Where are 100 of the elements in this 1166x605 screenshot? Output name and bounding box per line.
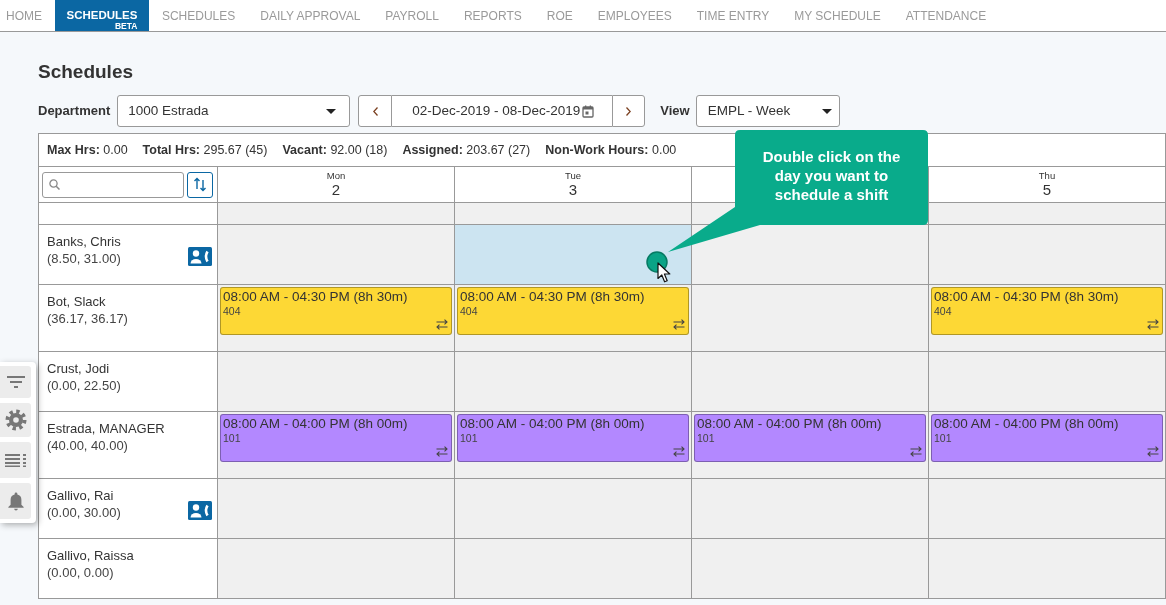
shift-time: 08:00 AM - 04:00 PM (8h 00m) <box>460 416 645 432</box>
day-cell[interactable] <box>218 352 455 412</box>
view-select[interactable]: EMPL - Week <box>695 95 840 127</box>
stat-text: Vacant: 92.00 (18) <box>282 141 388 159</box>
shift-card[interactable]: 08:00 AM - 04:30 PM (8h 30m) 404 <box>220 287 452 335</box>
day-cell[interactable] <box>692 539 929 599</box>
day-cell[interactable] <box>692 479 929 539</box>
stat-text: Non-Work Hours: 0.00 <box>545 141 677 159</box>
gear-icon <box>4 409 27 431</box>
nav-tab[interactable]: DAILY APPROVAL <box>247 0 373 31</box>
employee-name: Bot, Slack <box>47 293 107 310</box>
weekday-label: Tue <box>565 170 581 181</box>
employee-name: Banks, Chris <box>47 233 121 250</box>
shift-code: 404 <box>934 305 952 317</box>
search-icon <box>49 179 60 190</box>
shift-time: 08:00 AM - 04:30 PM (8h 30m) <box>223 289 408 305</box>
shift-time: 08:00 AM - 04:00 PM (8h 00m) <box>934 416 1119 432</box>
day-cell[interactable] <box>929 539 1166 599</box>
nav-tab[interactable]: ATTENDANCE <box>893 0 999 31</box>
shift-code: 404 <box>460 305 478 317</box>
shift-code: 101 <box>934 432 952 444</box>
day-cell[interactable] <box>455 479 692 539</box>
swap-icon[interactable] <box>1147 446 1159 457</box>
day-cell[interactable] <box>218 539 455 599</box>
employee-name: Gallivo, Rai <box>47 487 115 504</box>
day-cell[interactable]: 08:00 AM - 04:00 PM (8h 00m) 101 <box>218 412 455 479</box>
caret-down-icon <box>326 108 337 114</box>
shift-code: 101 <box>223 432 241 444</box>
previous-week-button[interactable] <box>358 95 393 127</box>
shift-card[interactable]: 08:00 AM - 04:30 PM (8h 30m) 404 <box>457 287 689 335</box>
shift-time: 08:00 AM - 04:30 PM (8h 30m) <box>460 289 645 305</box>
employee-name: Estrada, MANAGER <box>47 420 165 437</box>
search-field[interactable] <box>42 171 184 198</box>
nav-tab[interactable]: HOME <box>0 0 55 31</box>
settings-button[interactable] <box>0 403 31 437</box>
swap-icon[interactable] <box>673 446 685 457</box>
nav-tab[interactable]: EMPLOYEES <box>585 0 685 31</box>
filter-icon <box>6 376 25 388</box>
day-cell[interactable] <box>218 225 455 285</box>
sort-button[interactable] <box>187 171 213 198</box>
nav-tab[interactable]: REPORTS <box>451 0 535 31</box>
day-cell[interactable] <box>929 352 1166 412</box>
day-cell[interactable]: 08:00 AM - 04:00 PM (8h 00m) 101 <box>929 412 1166 479</box>
nav-tab[interactable]: SCHEDULES BETA <box>54 0 150 31</box>
nav-tab[interactable]: SCHEDULES <box>149 0 248 31</box>
day-cell[interactable] <box>929 479 1166 539</box>
view-label: View <box>660 102 690 121</box>
page-title: Schedules <box>38 60 134 84</box>
list-button[interactable] <box>0 442 31 478</box>
nav-tab[interactable]: PAYROLL <box>372 0 452 31</box>
shift-code: 101 <box>697 432 715 444</box>
calendar-icon <box>582 104 595 118</box>
swap-icon[interactable] <box>1147 319 1159 330</box>
shift-card[interactable]: 08:00 AM - 04:00 PM (8h 00m) 101 <box>220 414 452 462</box>
person-phone-icon[interactable] <box>188 501 212 520</box>
next-week-button[interactable] <box>612 95 646 127</box>
shift-card[interactable]: 08:00 AM - 04:30 PM (8h 30m) 404 <box>931 287 1163 335</box>
swap-icon[interactable] <box>436 319 448 330</box>
stat-text: Total Hrs: 295.67 (45) <box>142 141 268 159</box>
employee-hours: (8.50, 31.00) <box>47 250 121 267</box>
shift-card[interactable]: 08:00 AM - 04:00 PM (8h 00m) 101 <box>694 414 926 462</box>
day-cell[interactable]: 08:00 AM - 04:30 PM (8h 30m) 404 <box>218 285 455 352</box>
swap-icon[interactable] <box>910 446 922 457</box>
day-cell[interactable] <box>455 539 692 599</box>
employee-name: Gallivo, Raissa <box>47 547 134 564</box>
day-cell[interactable] <box>455 225 692 285</box>
swap-icon[interactable] <box>673 319 685 330</box>
day-cell[interactable] <box>929 225 1166 285</box>
notifications-button[interactable] <box>0 483 31 519</box>
date-label: 5 <box>1042 181 1052 199</box>
shift-code: 101 <box>460 432 478 444</box>
department-select[interactable]: 1000 Estrada <box>117 95 351 127</box>
day-cell[interactable] <box>692 285 929 352</box>
day-cell[interactable]: 08:00 AM - 04:00 PM (8h 00m) 101 <box>455 412 692 479</box>
day-cell[interactable]: 08:00 AM - 04:30 PM (8h 30m) 404 <box>929 285 1166 352</box>
day-cell[interactable]: 08:00 AM - 04:30 PM (8h 30m) 404 <box>455 285 692 352</box>
employee-hours: (0.00, 30.00) <box>47 504 121 521</box>
employee-name: Crust, Jodi <box>47 360 111 377</box>
date-label: 2 <box>331 181 341 199</box>
shift-code: 404 <box>223 305 241 317</box>
date-range-field[interactable]: 02-Dec-2019 - 08-Dec-2019 <box>392 95 613 127</box>
nav-tab[interactable]: TIME ENTRY <box>684 0 782 31</box>
day-cell[interactable] <box>455 352 692 412</box>
shift-card[interactable]: 08:00 AM - 04:00 PM (8h 00m) 101 <box>457 414 689 462</box>
employee-hours: (0.00, 0.00) <box>47 564 115 581</box>
weekday-label: Mon <box>326 170 346 181</box>
chevron-left-icon <box>372 106 378 116</box>
swap-icon[interactable] <box>436 446 448 457</box>
nav-tab[interactable]: ROE <box>534 0 586 31</box>
shift-card[interactable]: 08:00 AM - 04:00 PM (8h 00m) 101 <box>931 414 1163 462</box>
shift-time: 08:00 AM - 04:00 PM (8h 00m) <box>223 416 408 432</box>
day-cell[interactable] <box>692 225 929 285</box>
nav-tab[interactable]: MY SCHEDULE <box>781 0 894 31</box>
stat-text: Assigned: 203.67 (27) <box>402 141 531 159</box>
sort-arrows-icon <box>193 177 207 192</box>
day-cell[interactable] <box>218 479 455 539</box>
filter-button[interactable] <box>0 366 31 398</box>
day-cell[interactable] <box>692 352 929 412</box>
day-cell[interactable]: 08:00 AM - 04:00 PM (8h 00m) 101 <box>692 412 929 479</box>
person-phone-icon[interactable] <box>188 247 212 266</box>
